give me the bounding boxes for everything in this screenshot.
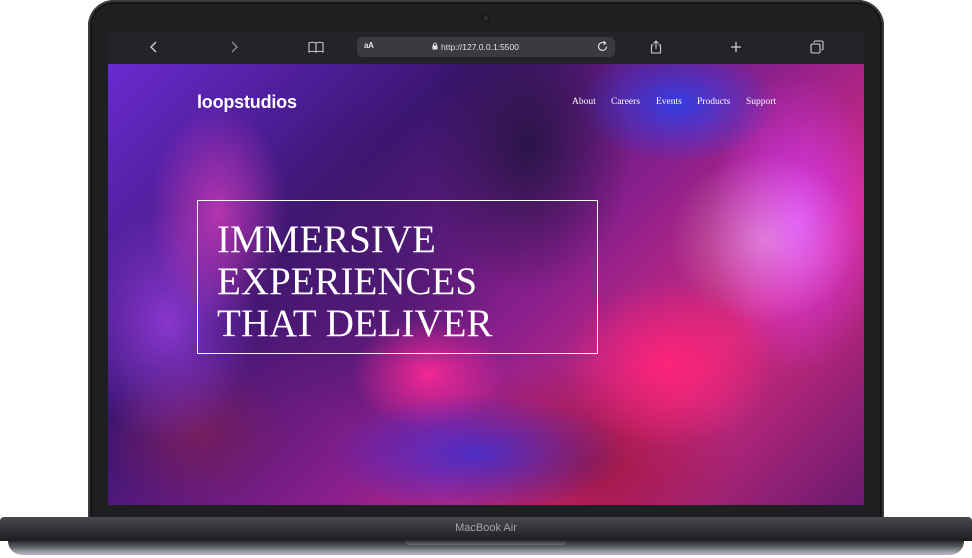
chevron-right-icon [231,41,238,53]
text-size-button[interactable]: aA [364,41,374,50]
url-text: http://127.0.0.1:5500 [441,42,519,52]
web-page: loopstudios About Careers Events Product… [108,64,864,505]
laptop-notch [404,539,568,545]
hero-title: IMMERSIVE EXPERIENCES THAT DELIVER [217,219,587,345]
lock-icon [432,42,438,50]
device-label: MacBook Air [455,522,517,534]
tabs-icon [810,40,824,54]
browser-toolbar: aA http://127.0.0.1:5500 [108,31,864,64]
screen: aA http://127.0.0.1:5500 loopstudios Abo… [108,31,864,505]
hero-title-line: EXPERIENCES [217,260,478,303]
laptop-base: MacBook Air [0,517,972,558]
nav-link-products[interactable]: Products [697,97,730,107]
forward-button[interactable] [222,37,246,57]
new-tab-button[interactable] [724,37,748,57]
camera-icon [483,16,488,21]
nav-link-support[interactable]: Support [746,97,776,107]
back-button[interactable] [142,37,166,57]
url-bar[interactable]: aA http://127.0.0.1:5500 [357,37,615,57]
hero-box: IMMERSIVE EXPERIENCES THAT DELIVER [197,200,598,354]
plus-icon [731,42,741,52]
nav-link-events[interactable]: Events [656,97,682,107]
reload-icon[interactable] [596,40,609,53]
book-icon [308,41,324,53]
chevron-left-icon [150,41,157,53]
hero-background-glow [578,64,778,164]
hero-background-glow [328,394,628,505]
site-logo[interactable]: loopstudios [197,92,297,113]
hero-title-line: IMMERSIVE [217,218,436,261]
hero-background-glow [668,154,858,324]
share-icon [650,40,662,54]
hero-title-line: THAT DELIVER [217,302,493,345]
tabs-button[interactable] [805,37,829,57]
nav-link-careers[interactable]: Careers [611,97,640,107]
reader-button[interactable] [304,37,328,57]
nav-link-about[interactable]: About [572,97,596,107]
share-button[interactable] [644,37,668,57]
